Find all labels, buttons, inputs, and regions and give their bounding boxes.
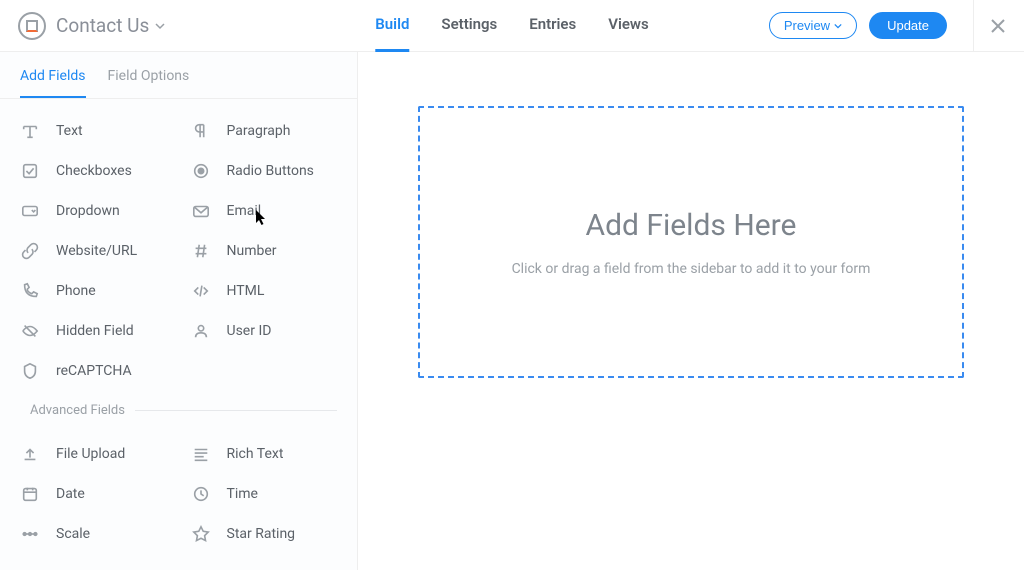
field-date[interactable]: Date xyxy=(10,474,177,514)
field-scale[interactable]: Scale xyxy=(10,514,177,554)
nav-build[interactable]: Build xyxy=(375,0,409,52)
tab-field-options[interactable]: Field Options xyxy=(108,68,190,98)
close-button[interactable] xyxy=(973,0,1006,52)
email-icon xyxy=(191,201,211,221)
close-icon xyxy=(990,18,1006,34)
url-icon xyxy=(20,241,40,261)
nav-settings[interactable]: Settings xyxy=(441,0,497,52)
form-canvas: Add Fields Here Click or drag a field fr… xyxy=(358,52,1024,570)
upload-icon xyxy=(20,444,40,464)
text-icon xyxy=(20,121,40,141)
field-website-url[interactable]: Website/URL xyxy=(10,231,177,271)
field-text[interactable]: Text xyxy=(10,111,177,151)
caret-down-icon xyxy=(834,22,842,30)
advanced-fields: File Upload Rich Text Date Time Scale St… xyxy=(0,422,357,560)
field-label: Rich Text xyxy=(227,446,284,462)
radio-icon xyxy=(191,161,211,181)
star-icon xyxy=(191,524,211,544)
field-label: Text xyxy=(56,123,83,139)
topbar: Contact Us Build Settings Entries Views … xyxy=(0,0,1024,52)
nav-views[interactable]: Views xyxy=(608,0,649,52)
field-time[interactable]: Time xyxy=(181,474,348,514)
field-label: Paragraph xyxy=(227,123,291,139)
paragraph-icon xyxy=(191,121,211,141)
field-label: Dropdown xyxy=(56,203,120,219)
field-paragraph[interactable]: Paragraph xyxy=(181,111,348,151)
phone-icon xyxy=(20,281,40,301)
checkbox-icon xyxy=(20,161,40,181)
field-phone[interactable]: Phone xyxy=(10,271,177,311)
sidebar: Add Fields Field Options Text Paragraph … xyxy=(0,52,358,570)
mouse-cursor xyxy=(256,210,268,226)
time-icon xyxy=(191,484,211,504)
field-label: Scale xyxy=(56,526,90,542)
advanced-fields-label: Advanced Fields xyxy=(30,403,125,418)
field-checkboxes[interactable]: Checkboxes xyxy=(10,151,177,191)
field-label: Time xyxy=(227,486,258,502)
field-html[interactable]: HTML xyxy=(181,271,348,311)
field-label: Star Rating xyxy=(227,526,296,542)
number-icon xyxy=(191,241,211,261)
field-number[interactable]: Number xyxy=(181,231,348,271)
nav-entries[interactable]: Entries xyxy=(529,0,576,52)
html-icon xyxy=(191,281,211,301)
field-label: File Upload xyxy=(56,446,125,462)
field-radio-buttons[interactable]: Radio Buttons xyxy=(181,151,348,191)
field-label: HTML xyxy=(227,283,265,299)
recaptcha-icon xyxy=(20,361,40,381)
field-file-upload[interactable]: File Upload xyxy=(10,434,177,474)
field-label: Website/URL xyxy=(56,243,137,259)
field-hidden[interactable]: Hidden Field xyxy=(10,311,177,351)
dropzone[interactable]: Add Fields Here Click or drag a field fr… xyxy=(418,106,964,378)
basic-fields: Text Paragraph Checkboxes Radio Buttons … xyxy=(0,99,357,397)
richtext-icon xyxy=(191,444,211,464)
sidebar-tabs: Add Fields Field Options xyxy=(0,52,357,99)
field-label: User ID xyxy=(227,323,272,339)
field-label: Checkboxes xyxy=(56,163,132,179)
userid-icon xyxy=(191,321,211,341)
field-star-rating[interactable]: Star Rating xyxy=(181,514,348,554)
field-label: Radio Buttons xyxy=(227,163,314,179)
date-icon xyxy=(20,484,40,504)
content: Add Fields Field Options Text Paragraph … xyxy=(0,52,1024,570)
field-label: Date xyxy=(56,486,85,502)
top-actions: Preview Update xyxy=(769,0,1006,52)
field-userid[interactable]: User ID xyxy=(181,311,348,351)
field-rich-text[interactable]: Rich Text xyxy=(181,434,348,474)
field-label: Phone xyxy=(56,283,96,299)
main-nav: Build Settings Entries Views xyxy=(375,0,648,52)
field-label: Number xyxy=(227,243,277,259)
preview-label: Preview xyxy=(784,18,830,33)
field-label: reCAPTCHA xyxy=(56,363,132,379)
dropdown-icon xyxy=(20,201,40,221)
update-button[interactable]: Update xyxy=(869,12,947,39)
dropzone-subtext: Click or drag a field from the sidebar t… xyxy=(512,261,871,277)
field-dropdown[interactable]: Dropdown xyxy=(10,191,177,231)
form-title-dropdown[interactable]: Contact Us xyxy=(56,14,165,37)
field-label: Hidden Field xyxy=(56,323,134,339)
field-recaptcha[interactable]: reCAPTCHA xyxy=(10,351,347,391)
tab-add-fields[interactable]: Add Fields xyxy=(20,68,86,98)
scale-icon xyxy=(20,524,40,544)
preview-button[interactable]: Preview xyxy=(769,12,857,39)
hidden-icon xyxy=(20,321,40,341)
chevron-down-icon xyxy=(155,21,165,31)
app-logo xyxy=(18,12,46,40)
form-title: Contact Us xyxy=(56,14,149,37)
dropzone-heading: Add Fields Here xyxy=(586,208,797,243)
advanced-fields-divider: Advanced Fields xyxy=(0,397,357,422)
